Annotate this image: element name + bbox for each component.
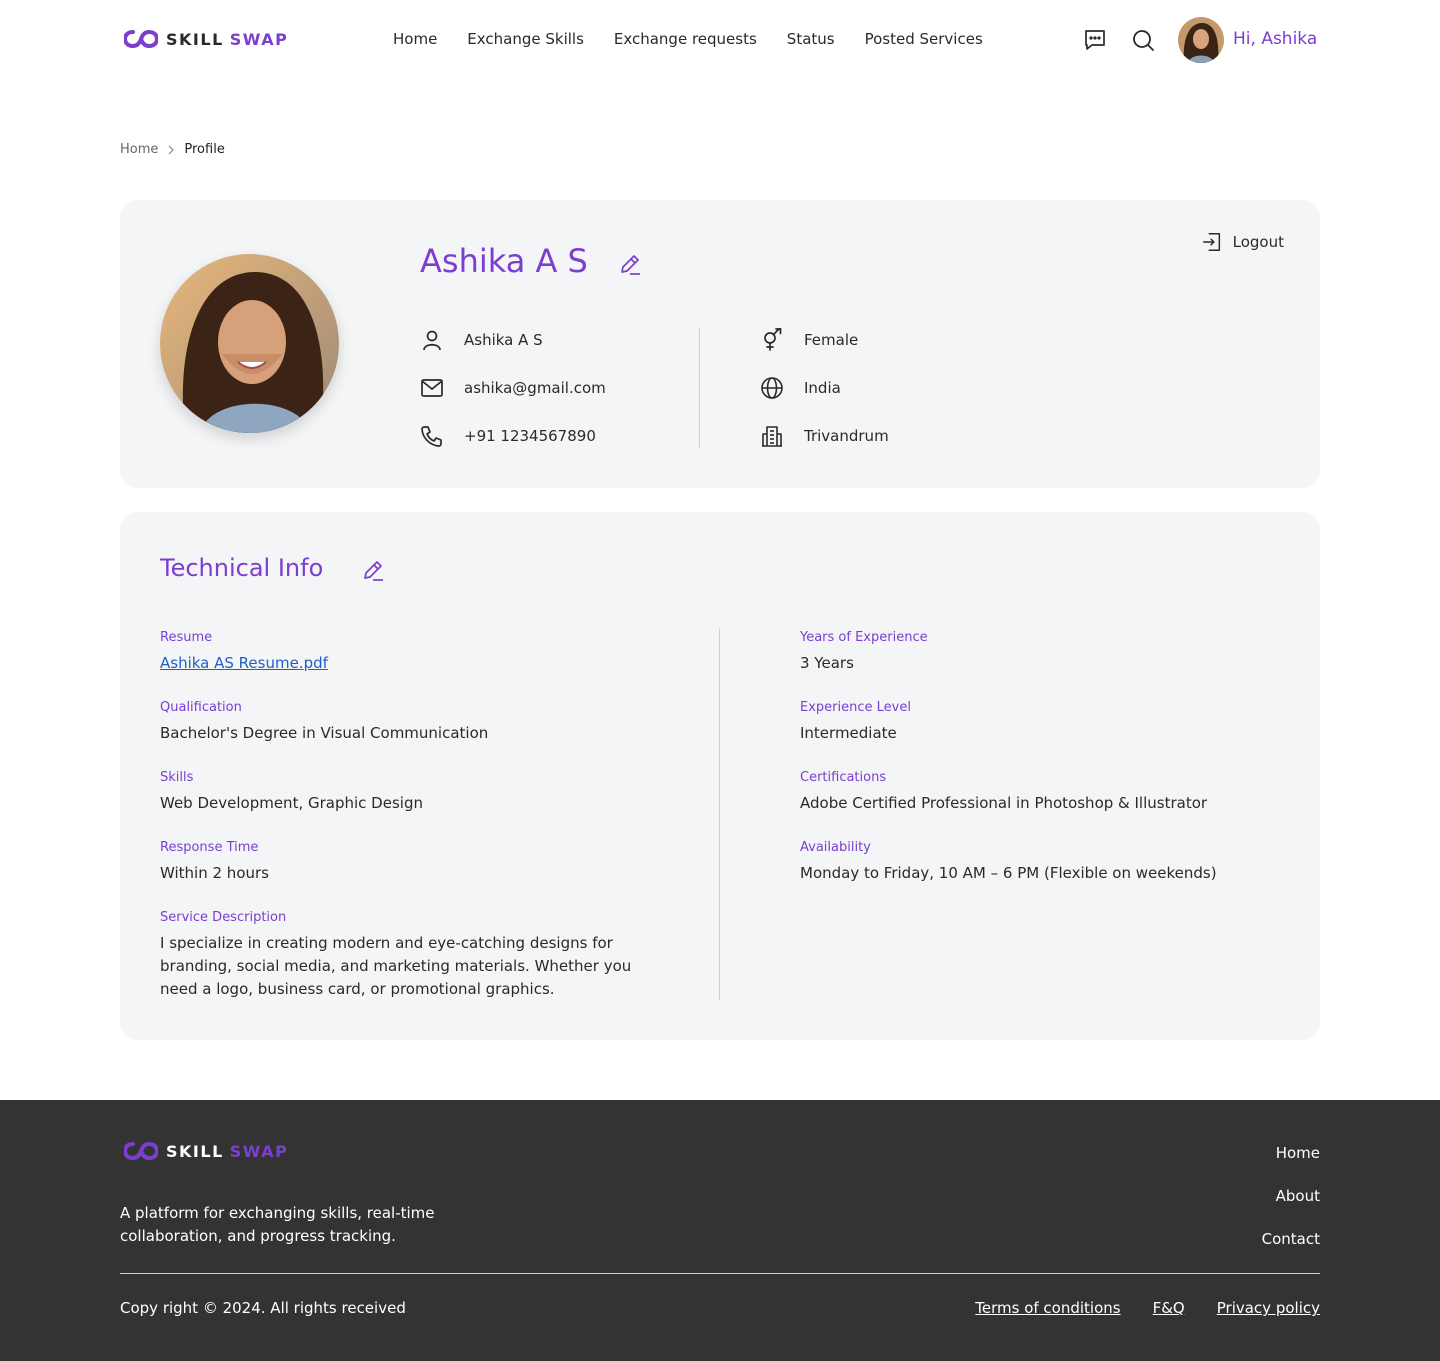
edit-icon[interactable] xyxy=(618,252,642,276)
footer-brand-name: SKILL SWAP xyxy=(166,1142,288,1161)
info-gender: Female xyxy=(760,328,858,352)
site-footer: SKILL SWAP A platform for exchanging skil… xyxy=(0,1100,1440,1361)
logo-infinity-icon xyxy=(124,1141,158,1161)
qualification-value: Bachelor's Degree in Visual Communicatio… xyxy=(160,724,489,742)
footer-copyright: Copy right © 2024. All rights received xyxy=(120,1299,406,1317)
top-header: SKILL SWAP Home Exchange Skills Exchange … xyxy=(0,0,1440,80)
profile-photo xyxy=(160,254,339,433)
technical-info-card: Technical Info Resume Ashika AS Resume.p… xyxy=(120,512,1320,1040)
logout-label: Logout xyxy=(1232,233,1284,251)
logout-icon xyxy=(1202,233,1220,251)
field-response-time: Response Time Within 2 hours xyxy=(160,840,680,885)
resume-link[interactable]: Ashika AS Resume.pdf xyxy=(160,652,680,675)
nav-status[interactable]: Status xyxy=(787,30,835,48)
footer-divider xyxy=(120,1273,1320,1274)
response-time-label: Response Time xyxy=(160,840,259,855)
logo-infinity-icon xyxy=(124,29,158,49)
gender-value: Female xyxy=(804,331,859,349)
experience-level-value: Intermediate xyxy=(800,724,897,742)
info-country: India xyxy=(760,376,841,400)
nav-home[interactable]: Home xyxy=(393,30,437,48)
technical-info-title: Technical Info xyxy=(160,554,324,582)
footer-brand-swap: SWAP xyxy=(229,1141,289,1161)
user-greeting[interactable]: Hi, Ashika xyxy=(1233,29,1317,49)
brand-logo[interactable]: SKILL SWAP xyxy=(124,28,288,50)
breadcrumb-current: Profile xyxy=(184,142,225,157)
search-icon[interactable] xyxy=(1131,28,1155,52)
field-years-experience: Years of Experience 3 Years xyxy=(800,630,1320,675)
email-value: ashika@gmail.com xyxy=(464,379,606,397)
footer-link-home[interactable]: Home xyxy=(1276,1142,1320,1165)
nav-exchange-requests[interactable]: Exchange requests xyxy=(614,30,757,48)
brand-skill: SKILL xyxy=(166,29,224,49)
user-avatar[interactable] xyxy=(1178,17,1224,63)
certifications-label: Certifications xyxy=(800,770,887,785)
phone-icon xyxy=(421,426,442,447)
field-service-description: Service Description I specialize in crea… xyxy=(160,910,660,1001)
footer-link-contact[interactable]: Contact xyxy=(1262,1228,1320,1251)
field-certifications: Certifications Adobe Certified Professio… xyxy=(800,770,1320,815)
main-nav: Home Exchange Skills Exchange requests S… xyxy=(393,30,983,48)
nav-posted-services[interactable]: Posted Services xyxy=(865,30,983,48)
skills-value: Web Development, Graphic Design xyxy=(160,794,423,812)
footer-logo[interactable]: SKILL SWAP xyxy=(124,1140,288,1162)
chat-icon[interactable] xyxy=(1083,28,1107,52)
footer-brand-skill: SKILL xyxy=(166,1141,224,1161)
full-name-value: Ashika A S xyxy=(464,331,543,349)
availability-value: Monday to Friday, 10 AM – 6 PM (Flexible… xyxy=(800,864,1217,882)
footer-tagline: A platform for exchanging skills, real-t… xyxy=(120,1204,435,1245)
info-full-name: Ashika A S xyxy=(420,328,543,352)
gender-icon xyxy=(764,328,782,351)
footer-nav: Home About Contact xyxy=(1262,1142,1320,1251)
building-icon xyxy=(762,426,782,447)
chevron-right-icon xyxy=(168,145,175,154)
info-email: ashika@gmail.com xyxy=(420,376,606,400)
footer-legal-links: Terms of conditions F&Q Privacy policy xyxy=(975,1299,1320,1317)
edit-icon[interactable] xyxy=(361,558,385,582)
logout-button[interactable]: Logout xyxy=(1201,231,1284,253)
phone-value: +91 1234567890 xyxy=(464,427,596,445)
mail-icon xyxy=(421,379,443,397)
field-qualification: Qualification Bachelor's Degree in Visua… xyxy=(160,700,680,745)
terms-link[interactable]: Terms of conditions xyxy=(975,1299,1120,1317)
city-value: Trivandrum xyxy=(804,427,889,445)
resume-label: Resume xyxy=(160,630,213,645)
experience-level-label: Experience Level xyxy=(800,700,911,715)
brand-name: SKILL SWAP xyxy=(166,30,288,49)
response-time-value: Within 2 hours xyxy=(160,864,269,882)
profile-divider xyxy=(699,328,700,448)
country-value: India xyxy=(804,379,841,397)
info-phone: +91 1234567890 xyxy=(420,424,596,448)
years-experience-label: Years of Experience xyxy=(800,630,928,645)
breadcrumb-home[interactable]: Home xyxy=(120,142,158,157)
privacy-link[interactable]: Privacy policy xyxy=(1217,1299,1320,1317)
nav-exchange-skills[interactable]: Exchange Skills xyxy=(467,30,584,48)
brand-swap: SWAP xyxy=(229,29,289,49)
service-description-label: Service Description xyxy=(160,910,287,925)
field-skills: Skills Web Development, Graphic Design xyxy=(160,770,680,815)
qualification-label: Qualification xyxy=(160,700,242,715)
years-experience-value: 3 Years xyxy=(800,654,854,672)
footer-link-about[interactable]: About xyxy=(1276,1185,1320,1208)
globe-icon xyxy=(761,377,783,399)
field-experience-level: Experience Level Intermediate xyxy=(800,700,1320,745)
info-city: Trivandrum xyxy=(760,424,889,448)
breadcrumb: Home Profile xyxy=(120,142,225,157)
certifications-value: Adobe Certified Professional in Photosho… xyxy=(800,794,1208,812)
user-icon xyxy=(423,330,441,351)
skills-label: Skills xyxy=(160,770,194,785)
availability-label: Availability xyxy=(800,840,871,855)
field-availability: Availability Monday to Friday, 10 AM – 6… xyxy=(800,840,1320,885)
field-resume: Resume Ashika AS Resume.pdf xyxy=(160,630,680,675)
faq-link[interactable]: F&Q xyxy=(1153,1299,1185,1317)
service-description-value: I specialize in creating modern and eye-… xyxy=(160,934,632,998)
technical-divider xyxy=(719,628,720,1000)
profile-card: Ashika A S Logout Ashika A S ashika@gmai… xyxy=(120,200,1320,488)
profile-name: Ashika A S xyxy=(420,242,588,280)
